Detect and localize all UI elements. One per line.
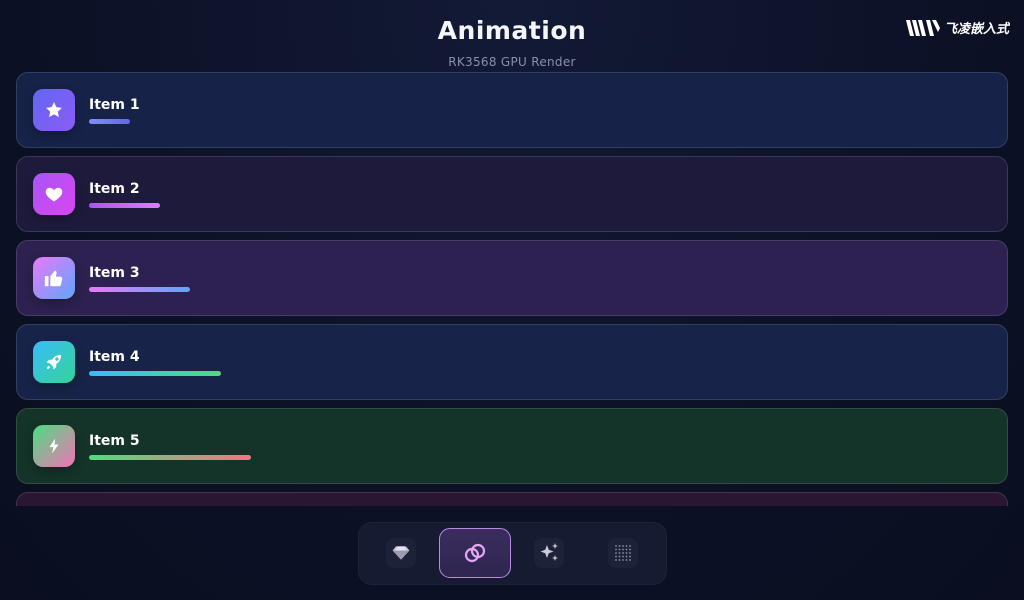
dock-button-rings[interactable] <box>439 528 511 578</box>
dock-button-sparkles[interactable] <box>513 528 585 578</box>
page-subtitle: RK3568 GPU Render <box>448 55 576 69</box>
app-screen: Animation RK3568 GPU Render 飞凌嵌入式 Item 1… <box>0 0 1024 600</box>
bottom-dock <box>358 522 667 585</box>
progress-bar <box>89 203 160 208</box>
list-item[interactable]: Item 1 <box>16 72 1008 148</box>
progress-bar <box>89 455 251 460</box>
progress-bar <box>89 287 190 292</box>
lightning-icon <box>33 425 75 467</box>
item-list[interactable]: Item 1 Item 2 Item 3 Item 4 Item 5 <box>16 72 1008 506</box>
brand-logo: 飞凌嵌入式 <box>906 20 1010 37</box>
dock-button-dot-grid[interactable] <box>587 528 659 578</box>
header: Animation RK3568 GPU Render 飞凌嵌入式 <box>0 0 1024 72</box>
list-item-label: Item 4 <box>89 349 140 365</box>
progress-bar <box>89 371 221 376</box>
list-item-label: Item 3 <box>89 265 140 281</box>
list-item[interactable] <box>16 492 1008 506</box>
diamond-icon <box>386 538 416 568</box>
list-item[interactable]: Item 4 <box>16 324 1008 400</box>
dock-button-diamond[interactable] <box>365 528 437 578</box>
list-item-label: Item 2 <box>89 181 140 197</box>
progress-bar <box>89 119 130 124</box>
star-icon <box>33 89 75 131</box>
logo-text: 飞凌嵌入式 <box>944 21 1010 37</box>
list-item-label: Item 1 <box>89 97 140 113</box>
thumbs-up-icon <box>33 257 75 299</box>
dot-grid-icon <box>608 538 638 568</box>
list-item[interactable]: Item 5 <box>16 408 1008 484</box>
page-title: Animation <box>437 16 587 45</box>
rocket-icon <box>33 341 75 383</box>
rings-icon <box>460 538 490 568</box>
list-item-label: Item 5 <box>89 433 140 449</box>
sparkles-icon <box>534 538 564 568</box>
list-item[interactable]: Item 3 <box>16 240 1008 316</box>
heart-icon <box>33 173 75 215</box>
list-item[interactable]: Item 2 <box>16 156 1008 232</box>
